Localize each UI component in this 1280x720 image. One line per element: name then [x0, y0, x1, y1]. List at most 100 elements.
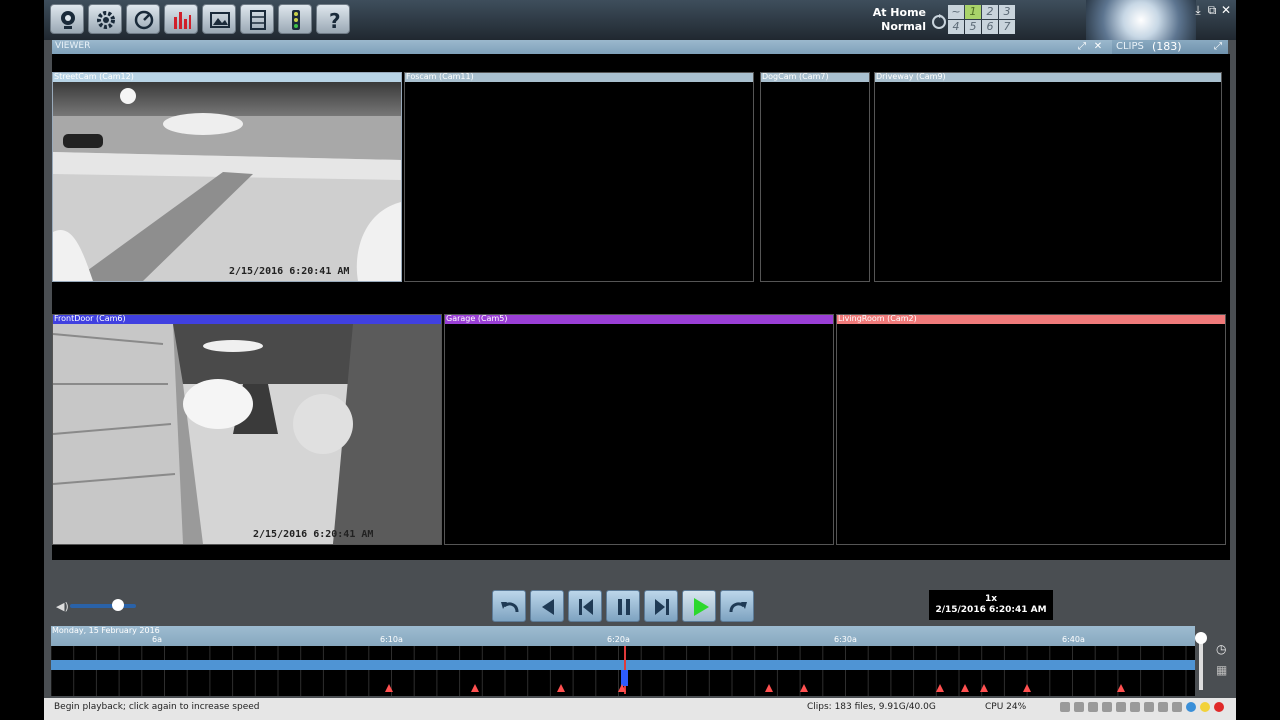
timeline[interactable]: Monday, 15 February 2016 6a 6:10a 6:20a …: [51, 626, 1195, 696]
camera-grid: StreetCam (Cam12) 2/15/2016 6:20:41 AM F…: [52, 54, 1230, 560]
rewind-button[interactable]: [530, 590, 564, 622]
calendar-icon[interactable]: ▦: [1216, 663, 1227, 677]
clock-icon[interactable]: ◷: [1216, 642, 1226, 656]
camera-tile-garage[interactable]: Garage (Cam5): [444, 314, 834, 545]
camera-tile-frontdoor[interactable]: FrontDoor (Cam6) 2/15/2016 6:20:41 AM: [52, 314, 442, 545]
close-icon[interactable]: ✕: [1220, 3, 1232, 17]
camera-tile-dogcam[interactable]: DogCam (Cam7): [760, 72, 870, 282]
clip-marker[interactable]: [765, 684, 773, 692]
profile-tilde[interactable]: ~: [948, 5, 964, 19]
camera-feed-livingroom: [837, 324, 1225, 544]
camera-name: StreetCam (Cam12): [54, 72, 134, 81]
camera-feed-dogcam: [761, 82, 869, 281]
bar-chart-icon: [174, 12, 191, 29]
clip-marker[interactable]: [980, 684, 988, 692]
camera-tile-driveway[interactable]: Driveway (Cam9): [874, 72, 1222, 282]
camera-title-bar: LivingRoom (Cam2): [837, 314, 1225, 324]
status-cpu: CPU 24%: [985, 702, 1027, 712]
camera-tile-streetcam[interactable]: StreetCam (Cam12) 2/15/2016 6:20:41 AM: [52, 72, 402, 282]
skip-forward-button[interactable]: [644, 590, 678, 622]
clips-header[interactable]: CLIPS (183) ⤢: [1112, 40, 1228, 54]
profile-4[interactable]: 4: [948, 20, 964, 34]
stats-button[interactable]: [164, 4, 198, 34]
status-button[interactable]: [126, 4, 160, 34]
viewer-close-icon[interactable]: ✕: [1092, 41, 1104, 53]
settings-button[interactable]: [88, 4, 122, 34]
clip-marker[interactable]: [471, 684, 479, 692]
minimize-icon[interactable]: ⤓: [1192, 3, 1204, 17]
playback-speed: 1x: [984, 594, 998, 604]
stop-icon[interactable]: [1214, 702, 1224, 712]
alert-icon[interactable]: [1158, 702, 1168, 712]
timeline-zoom-thumb[interactable]: [1195, 632, 1207, 644]
camera-feed-streetcam: 2/15/2016 6:20:41 AM: [53, 82, 401, 281]
camera-name: Driveway (Cam9): [876, 72, 946, 81]
images-button[interactable]: [202, 4, 236, 34]
camera-tile-foscam[interactable]: Foscam (Cam11): [404, 72, 754, 282]
restore-icon[interactable]: ⧉: [1206, 3, 1218, 17]
warning-icon[interactable]: [1200, 702, 1210, 712]
viewer-title: VIEWER: [55, 41, 91, 51]
playback-time: 2/15/2016 6:20:41 AM: [935, 605, 1047, 615]
network-icon[interactable]: [1116, 702, 1126, 712]
pause-button[interactable]: [606, 590, 640, 622]
clips-title: CLIPS: [1116, 41, 1144, 52]
expand-icon[interactable]: ⤢: [1076, 41, 1088, 53]
profile-1[interactable]: 1: [965, 5, 981, 19]
refresh-icon[interactable]: [930, 8, 948, 34]
camera-name: FrontDoor (Cam6): [54, 314, 126, 323]
profile-label[interactable]: At Home Normal: [844, 6, 926, 34]
film-icon: [250, 10, 266, 30]
info-icon[interactable]: [1186, 702, 1196, 712]
profile-6[interactable]: 6: [982, 20, 998, 34]
profile-3[interactable]: 3: [999, 5, 1015, 19]
profile-5[interactable]: 5: [965, 20, 981, 34]
profile-7[interactable]: 7: [999, 20, 1015, 34]
web-icon[interactable]: [1144, 702, 1154, 712]
volume-slider[interactable]: [70, 604, 136, 608]
user-icon[interactable]: [1172, 702, 1182, 712]
clip-marker[interactable]: [385, 684, 393, 692]
speaker-status-icon[interactable]: [1088, 702, 1098, 712]
clips-expand-icon[interactable]: ⤢: [1212, 41, 1224, 53]
timeline-tick: 6:10a: [380, 635, 403, 644]
traffic-button[interactable]: [278, 4, 312, 34]
status-icons: [1060, 702, 1232, 716]
speaker-icon[interactable]: ◀): [56, 600, 69, 613]
phone-icon[interactable]: [1060, 702, 1070, 712]
timeline-header: Monday, 15 February 2016 6a 6:10a 6:20a …: [51, 626, 1195, 646]
camera-tile-livingroom[interactable]: LivingRoom (Cam2): [836, 314, 1226, 545]
profile-2[interactable]: 2: [982, 5, 998, 19]
clip-marker[interactable]: [1023, 684, 1031, 692]
redo-button[interactable]: [720, 590, 754, 622]
clip-marker[interactable]: [1117, 684, 1125, 692]
clips-button[interactable]: [240, 4, 274, 34]
skip-back-button[interactable]: [568, 590, 602, 622]
status-message: Begin playback; click again to increase …: [54, 702, 260, 712]
camera-title-bar: Garage (Cam5): [445, 314, 833, 324]
play-button[interactable]: [682, 590, 716, 622]
clips-count: (183): [1152, 40, 1182, 53]
status-bar: Begin playback; click again to increase …: [44, 698, 1236, 720]
cameras-button[interactable]: [50, 4, 84, 34]
clip-marker[interactable]: [557, 684, 565, 692]
camera-timestamp: 2/15/2016 6:20:41 AM: [253, 529, 374, 540]
cloud-icon[interactable]: [1074, 702, 1084, 712]
timeline-tick: 6:30a: [834, 635, 857, 644]
undo-button[interactable]: [492, 590, 526, 622]
help-button[interactable]: ?: [316, 4, 350, 34]
playback-speed-display: 1x 2/15/2016 6:20:41 AM: [929, 590, 1053, 620]
camera-title-bar: Foscam (Cam11): [405, 72, 753, 82]
skip-forward-icon: [655, 599, 669, 615]
profile-name: At Home: [872, 6, 926, 19]
mail-icon[interactable]: [1130, 702, 1140, 712]
image-icon: [210, 12, 230, 28]
viewer-header: VIEWER ⤢ ✕: [52, 40, 1114, 54]
volume-thumb[interactable]: [112, 599, 124, 611]
question-icon: ?: [329, 9, 341, 31]
clip-marker[interactable]: [936, 684, 944, 692]
clip-marker[interactable]: [800, 684, 808, 692]
clip-marker[interactable]: [961, 684, 969, 692]
clip-marker[interactable]: [618, 684, 626, 692]
disk-icon[interactable]: [1102, 702, 1112, 712]
